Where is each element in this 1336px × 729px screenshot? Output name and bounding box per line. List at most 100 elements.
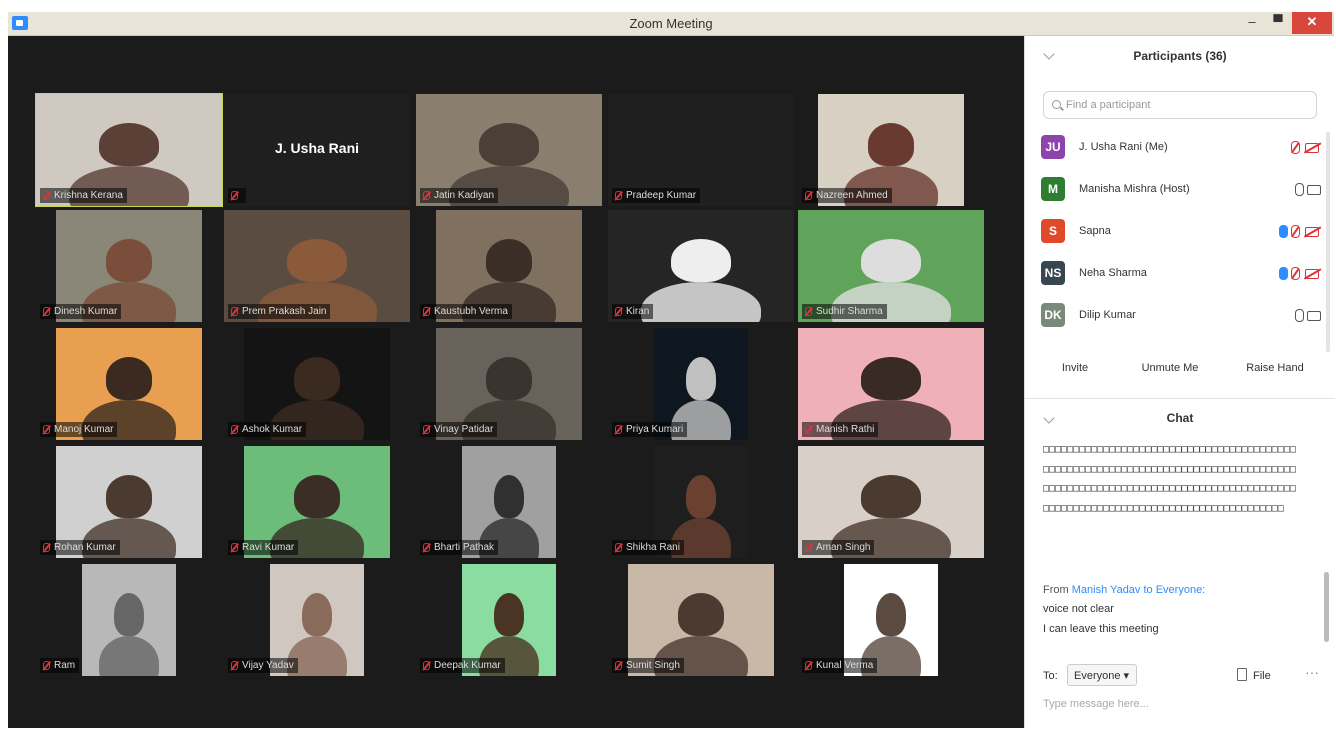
participant-status-icons (1279, 225, 1319, 239)
mic-muted-icon (43, 661, 50, 670)
microphone-icon (1295, 309, 1304, 322)
participant-video-tile[interactable]: Jatin Kadiyan (416, 94, 602, 206)
participant-video-tile[interactable]: Nazreen Ahmed (798, 94, 984, 206)
participant-video-tile[interactable]: Deepak Kumar (416, 564, 602, 676)
person-silhouette (861, 239, 921, 282)
panel-divider (1025, 398, 1335, 399)
mic-muted-icon (615, 307, 622, 316)
avatar: M (1041, 177, 1065, 201)
participant-name: Jatin Kadiyan (434, 190, 495, 201)
unmute-me-button[interactable]: Unmute Me (1125, 356, 1215, 380)
participant-name-label: Sumit Singh (612, 658, 684, 673)
participant-name-label: Sudhir Sharma (802, 304, 887, 319)
participant-video-tile[interactable]: Kaustubh Verma (416, 210, 602, 322)
person-silhouette (105, 475, 153, 518)
participant-name-label: Ravi Kumar (228, 540, 299, 555)
participant-video-tile[interactable]: Dinesh Kumar (36, 210, 222, 322)
participant-row[interactable]: JU J. Usha Rani (Me) (1041, 130, 1325, 166)
participant-video-tile[interactable]: Ram (36, 564, 222, 676)
participant-name-label: Kaustubh Verma (420, 304, 512, 319)
video-icon (1305, 143, 1319, 153)
participant-name: Ashok Kumar (242, 424, 303, 435)
chat-scrollbar[interactable] (1324, 572, 1329, 642)
participant-video-tile[interactable]: Sudhir Sharma (798, 210, 984, 322)
participant-video-tile[interactable]: Sumit Singh (608, 564, 794, 676)
mic-muted-icon (423, 191, 430, 200)
participant-name: Krishna Kerana (54, 190, 123, 201)
participant-name-label: Manish Rathi (802, 422, 879, 437)
video-icon (1305, 227, 1319, 237)
participant-video-tile[interactable]: Ravi Kumar (224, 446, 410, 558)
person-silhouette (493, 475, 525, 518)
mic-muted-icon (423, 425, 430, 434)
close-button[interactable]: ✕ (1292, 12, 1332, 34)
mic-muted-icon (423, 661, 430, 670)
person-silhouette (287, 239, 347, 282)
file-icon[interactable] (1237, 668, 1247, 681)
mic-muted-icon (231, 661, 238, 670)
participant-row[interactable]: M Manisha Mishra (Host) (1041, 172, 1325, 208)
chat-title: Chat (1166, 411, 1194, 425)
participant-name-label: Manoj Kumar (40, 422, 118, 437)
participant-name: Sumit Singh (626, 660, 680, 671)
participant-video-tile[interactable]: Aman Singh (798, 446, 984, 558)
participants-title: Participants (36) (1133, 49, 1227, 63)
minimize-button[interactable]: – (1238, 12, 1266, 34)
participant-name: Vijay Yadav (242, 660, 294, 671)
microphone-icon (1295, 183, 1304, 196)
participants-scrollbar[interactable] (1326, 132, 1330, 352)
participant-video-tile[interactable]: Prem Prakash Jain (224, 210, 410, 322)
participant-video-tile[interactable]: Priya Kumari (608, 328, 794, 440)
participant-video-tile[interactable]: Kiran (608, 210, 794, 322)
participant-row[interactable]: DK Dilip Kumar (1041, 298, 1325, 334)
search-input[interactable] (1066, 96, 1306, 114)
chat-message-input[interactable] (1043, 692, 1313, 716)
participant-name: Kunal Verma (816, 660, 874, 671)
file-button[interactable]: File (1253, 670, 1271, 682)
participant-video-tile[interactable]: J. Usha Rani (224, 94, 410, 206)
participant-video-tile[interactable]: Vijay Yadav (224, 564, 410, 676)
participant-name: Rohan Kumar (54, 542, 116, 553)
participant-video-tile[interactable]: Vinay Patidar (416, 328, 602, 440)
mic-muted-icon (615, 425, 622, 434)
participant-row[interactable]: S Sapna (1041, 214, 1325, 250)
participant-video-tile[interactable]: Ashok Kumar (224, 328, 410, 440)
participant-video-tile[interactable]: Pradeep Kumar (608, 94, 794, 206)
person-silhouette (479, 123, 539, 166)
participant-video-tile[interactable]: Manoj Kumar (36, 328, 222, 440)
person-silhouette (301, 593, 333, 636)
chat-header: Chat (1025, 404, 1335, 434)
raise-hand-button[interactable]: Raise Hand (1235, 356, 1315, 380)
person-silhouette (685, 475, 717, 518)
participant-video-tile[interactable]: Krishna Kerana (35, 93, 223, 207)
participant-name-label: Deepak Kumar (420, 658, 505, 673)
participant-video-tile[interactable]: Rohan Kumar (36, 446, 222, 558)
mic-muted-icon (805, 191, 812, 200)
invite-button[interactable]: Invite (1045, 356, 1105, 380)
participant-search[interactable] (1043, 91, 1317, 119)
mic-muted-icon (43, 191, 50, 200)
participant-video-tile[interactable]: Manish Rathi (798, 328, 984, 440)
participant-name-label: Vijay Yadav (228, 658, 298, 673)
participant-name-label: Vinay Patidar (420, 422, 498, 437)
participant-name: Sudhir Sharma (816, 306, 883, 317)
participant-video-tile[interactable]: Kunal Verma (798, 564, 984, 676)
more-options-icon[interactable]: ··· (1301, 664, 1323, 684)
mic-muted-icon (43, 425, 50, 434)
participant-row[interactable]: NS Neha Sharma (1041, 256, 1325, 292)
participant-list-name: J. Usha Rani (Me) (1079, 141, 1168, 153)
participant-video-tile[interactable]: Bharti Pathak (416, 446, 602, 558)
participant-video-tile[interactable]: Shikha Rani (608, 446, 794, 558)
person-silhouette (861, 357, 921, 400)
participant-name: Pradeep Kumar (626, 190, 697, 201)
participant-name: Ravi Kumar (242, 542, 295, 553)
chat-message-text: □□□□□□□□□□□□□□□□□□□□□□□□□□□□□□□□□□□□□□□□… (1043, 444, 1296, 514)
participant-name-label: Kiran (612, 304, 654, 319)
chat-recipient-select[interactable]: Everyone ▾ (1067, 664, 1137, 686)
participant-name: Priya Kumari (626, 424, 684, 435)
maximize-button[interactable]: ▀ (1264, 12, 1292, 34)
person-silhouette (293, 357, 341, 400)
person-silhouette (875, 593, 907, 636)
participant-name-label: Ram (40, 658, 80, 673)
avatar: JU (1041, 135, 1065, 159)
